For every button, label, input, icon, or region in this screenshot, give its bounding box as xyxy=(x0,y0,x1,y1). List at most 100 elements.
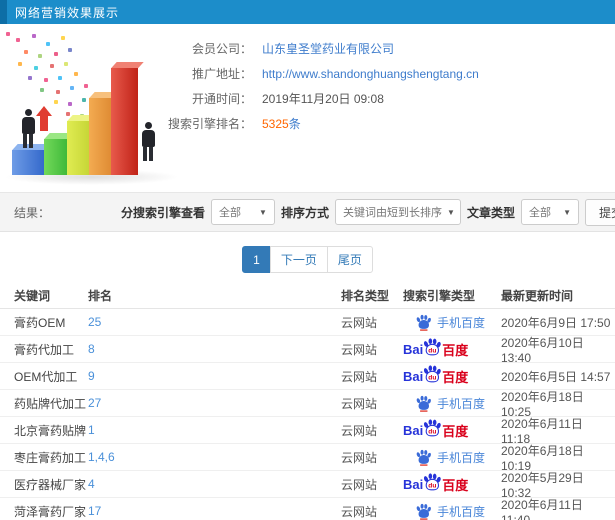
type-filter-label: 文章类型 xyxy=(466,205,515,220)
baidu-paw-icon: du xyxy=(424,419,441,437)
engine-filter-select[interactable]: 全部 ▼ xyxy=(210,199,275,225)
businessman-figure-left xyxy=(20,109,36,148)
type-filter-select[interactable]: 全部 ▼ xyxy=(521,199,579,225)
header-keyword: 关键词 xyxy=(14,288,51,303)
table-body: 膏药OEM 25 云网站 手机百度 2020年6月9日 17:50 膏药代加工 … xyxy=(0,309,615,520)
keyword-cell: 膏药代加工 xyxy=(14,342,75,357)
engine-cell: 手机百度 xyxy=(403,314,501,331)
baidu-paw-icon: du xyxy=(424,365,441,383)
filter-bar: 结果： 分搜索引擎查看 全部 ▼ 排序方式 关键词由短到长排序 ▼ 文章类型 全部 ▼… xyxy=(0,192,615,232)
header-update-time: 最新更新时间 xyxy=(501,288,574,303)
open-time-label: 开通时间： xyxy=(191,92,252,106)
engine-cell: Bai du 百度 xyxy=(403,338,501,360)
rank-link[interactable]: 1 xyxy=(88,423,341,437)
illustration-bar-5 xyxy=(111,68,138,175)
baidu-logo: Bai du 百度 xyxy=(403,419,468,441)
engine-filter-label: 分搜索引擎查看 xyxy=(120,205,205,220)
rank-type-cell: 云网站 xyxy=(341,342,378,357)
engine-cell: 手机百度 xyxy=(403,449,501,466)
info-row-url: 推广地址： http://www.shandonghuangshengtang.… xyxy=(160,61,479,86)
update-time-cell: 2020年6月11日 11:40 xyxy=(501,497,583,520)
pagination: 1 下一页 尾页 xyxy=(0,246,615,273)
rank-type-cell: 云网站 xyxy=(341,423,378,438)
baidu-logo: Bai du 百度 xyxy=(403,365,468,387)
company-link[interactable]: 山东皇圣堂药业有限公司 xyxy=(262,40,394,57)
table-row: 医疗器械厂家 4 云网站 Bai du 百度 2020年5月29日 10:32 xyxy=(0,471,615,500)
update-time-cell: 2020年6月10日 13:40 xyxy=(501,335,584,365)
growth-arrow-icon xyxy=(36,106,52,131)
table-row: 北京膏药贴牌 1 云网站 Bai du 百度 2020年6月11日 11:18 xyxy=(0,417,615,446)
keyword-cell: 医疗器械厂家 xyxy=(14,477,87,492)
svg-text:du: du xyxy=(428,482,436,489)
result-label: 结果： xyxy=(14,205,51,220)
keyword-cell: 膏药OEM xyxy=(14,315,66,330)
mobile-baidu-badge: 手机百度 xyxy=(415,503,485,520)
page-1-button[interactable]: 1 xyxy=(242,246,271,273)
rank-link[interactable]: 25 xyxy=(88,315,341,329)
header-engine-type: 搜索引擎类型 xyxy=(403,288,476,303)
page-title: 网络营销效果展示 xyxy=(15,5,120,20)
company-label: 会员公司： xyxy=(191,42,252,56)
member-info-section: 会员公司： 山东皇圣堂药业有限公司 推广地址： http://www.shand… xyxy=(0,24,615,192)
chevron-down-icon: ▼ xyxy=(446,207,455,217)
rank-link[interactable]: 27 xyxy=(88,396,341,410)
baidu-logo: Bai du 百度 xyxy=(403,338,468,360)
keyword-cell: OEM代加工 xyxy=(14,369,78,384)
table-header-row: 关键词 排名 排名类型 搜索引擎类型 最新更新时间 xyxy=(0,282,615,309)
title-bar-accent xyxy=(0,0,7,24)
ranking-count-label: 搜索引擎排名： xyxy=(167,117,252,131)
rank-link[interactable]: 17 xyxy=(88,504,341,518)
promo-url-link[interactable]: http://www.shandonghuangshengtang.cn xyxy=(262,67,479,81)
baidu-paw-icon: du xyxy=(424,338,441,356)
engine-cell: 手机百度 xyxy=(403,503,501,520)
engine-cell: Bai du 百度 xyxy=(403,473,501,495)
ranking-table: 关键词 排名 排名类型 搜索引擎类型 最新更新时间 膏药OEM 25 云网站 手… xyxy=(0,282,615,520)
svg-text:du: du xyxy=(428,374,436,381)
table-row: 枣庄膏药加工 1,4,6 云网站 手机百度 2020年6月18日 10:19 xyxy=(0,444,615,473)
rank-type-cell: 云网站 xyxy=(341,504,378,519)
rank-type-cell: 云网站 xyxy=(341,450,378,465)
chevron-down-icon: ▼ xyxy=(563,207,571,217)
mobile-baidu-badge: 手机百度 xyxy=(415,314,485,331)
submit-button[interactable]: 提交 xyxy=(585,198,615,226)
keyword-cell: 菏泽膏药厂家 xyxy=(14,504,87,519)
promo-url-label: 推广地址： xyxy=(191,67,252,81)
baidu-logo: Bai du 百度 xyxy=(403,473,468,495)
keyword-cell: 药贴牌代加工 xyxy=(14,396,87,411)
header-rank: 排名 xyxy=(88,288,113,303)
header-rank-type: 排名类型 xyxy=(341,288,390,303)
mobile-baidu-paw-icon xyxy=(416,395,431,412)
mobile-baidu-paw-icon xyxy=(416,449,431,466)
sort-filter-select[interactable]: 关键词由短到长排序 ▼ xyxy=(334,199,461,225)
info-row-ranking-count: 搜索引擎排名： 5325条 xyxy=(160,111,479,136)
baidu-paw-icon: du xyxy=(424,473,441,491)
rank-link[interactable]: 9 xyxy=(88,369,341,383)
rank-type-cell: 云网站 xyxy=(341,396,378,411)
table-row: 药贴牌代加工 27 云网站 手机百度 2020年6月18日 10:25 xyxy=(0,390,615,419)
keyword-cell: 枣庄膏药加工 xyxy=(14,450,87,465)
rank-type-cell: 云网站 xyxy=(341,315,378,330)
engine-cell: Bai du 百度 xyxy=(403,419,501,441)
table-row: OEM代加工 9 云网站 Bai du 百度 2020年6月5日 14:57 xyxy=(0,363,615,390)
rank-type-cell: 云网站 xyxy=(341,477,378,492)
engine-cell: 手机百度 xyxy=(403,395,501,412)
open-time-value: 2019年11月20日 09:08 xyxy=(262,92,384,106)
mobile-baidu-badge: 手机百度 xyxy=(415,449,485,466)
engine-cell: Bai du 百度 xyxy=(403,365,501,387)
mobile-baidu-paw-icon xyxy=(416,503,431,520)
last-page-button[interactable]: 尾页 xyxy=(326,246,373,273)
illustration-bar-1 xyxy=(12,150,47,175)
sort-filter-label: 排序方式 xyxy=(280,205,329,220)
next-page-button[interactable]: 下一页 xyxy=(269,246,328,273)
keyword-cell: 北京膏药贴牌 xyxy=(14,423,87,438)
svg-text:du: du xyxy=(428,347,436,354)
rank-link[interactable]: 8 xyxy=(88,342,341,356)
svg-text:du: du xyxy=(428,428,436,435)
rank-link[interactable]: 1,4,6 xyxy=(88,450,341,464)
title-bar: 网络营销效果展示 xyxy=(0,0,615,24)
table-row: 菏泽膏药厂家 17 云网站 手机百度 2020年6月11日 11:40 xyxy=(0,498,615,520)
table-row: 膏药代加工 8 云网站 Bai du 百度 2020年6月10日 13:40 xyxy=(0,335,615,365)
rank-link[interactable]: 4 xyxy=(88,477,341,491)
mobile-baidu-badge: 手机百度 xyxy=(415,395,485,412)
mobile-baidu-paw-icon xyxy=(416,314,431,331)
